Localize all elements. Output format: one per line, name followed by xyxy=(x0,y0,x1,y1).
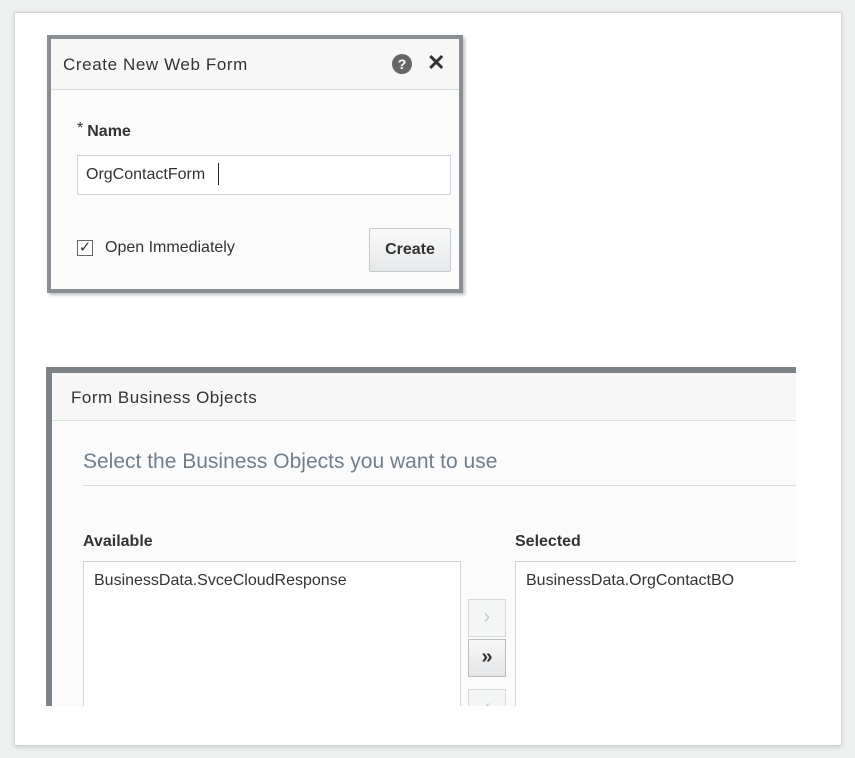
move-right-button[interactable]: › xyxy=(468,599,506,637)
instruction-text: Select the Business Objects you want to … xyxy=(83,450,498,473)
form-business-objects-dialog: Form Business Objects Select the Busines… xyxy=(46,367,796,706)
required-mark: * xyxy=(77,120,84,137)
text-caret xyxy=(218,163,219,185)
close-icon[interactable]: ✕ xyxy=(427,50,445,76)
list-item[interactable]: BusinessData.OrgContactBO xyxy=(526,572,734,590)
move-all-right-button[interactable]: » xyxy=(468,639,506,677)
create-button[interactable]: Create xyxy=(369,228,451,272)
available-list[interactable]: BusinessData.SvceCloudResponse xyxy=(83,561,461,706)
selected-label: Selected xyxy=(515,533,581,550)
dialog-title: Create New Web Form xyxy=(63,55,248,74)
name-label: * Name xyxy=(77,120,131,141)
selected-list[interactable]: BusinessData.OrgContactBO xyxy=(515,561,796,706)
list-item[interactable]: BusinessData.SvceCloudResponse xyxy=(94,572,347,590)
available-label: Available xyxy=(83,533,153,550)
name-input[interactable] xyxy=(77,155,451,195)
open-immediately-checkbox[interactable]: ✓ xyxy=(77,240,93,256)
create-web-form-dialog: Create New Web Form ? ✕ *Name ✓ Open Imm… xyxy=(47,35,463,293)
move-left-button[interactable]: ‹ xyxy=(468,689,506,706)
open-immediately-label[interactable]: Open Immediately xyxy=(105,239,235,257)
help-icon[interactable]: ? xyxy=(392,54,412,74)
divider xyxy=(83,485,796,486)
name-label-text: Name xyxy=(87,123,131,140)
dialog-title: Form Business Objects xyxy=(71,388,258,407)
dialog-header: Create New Web Form ? ✕ xyxy=(51,39,459,90)
dialog-header: Form Business Objects xyxy=(52,373,796,421)
